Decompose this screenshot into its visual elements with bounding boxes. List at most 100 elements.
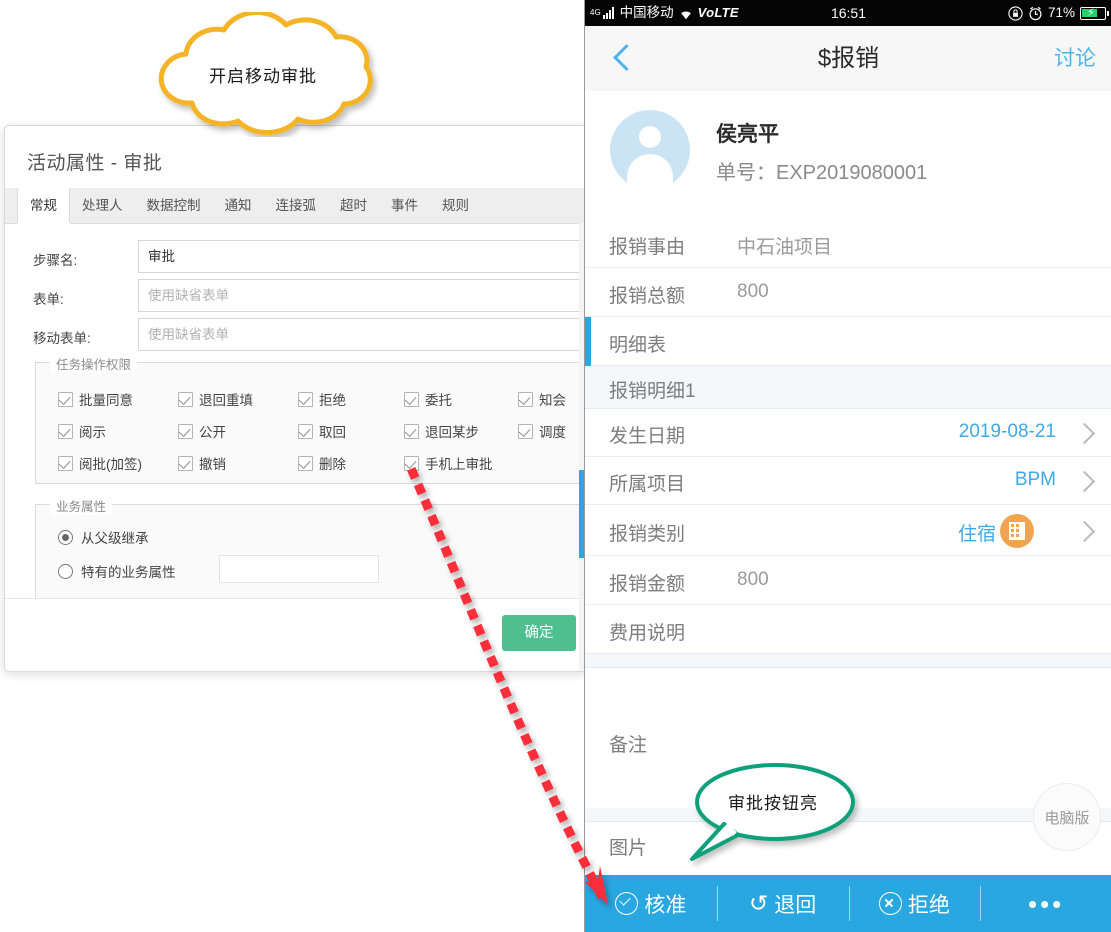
row-label: 费用说明 [609,623,686,644]
row-detail-table-section: 明细表 [585,317,1111,366]
more-dots-icon: ••• [1027,888,1065,919]
checkbox-notify[interactable]: 知会 [518,389,566,409]
input-form[interactable]: 使用缺省表单 [138,279,587,312]
approve-label: 核准 [644,893,687,917]
tab-data-control[interactable]: 数据控制 [135,188,213,223]
checkbox-delete[interactable]: 删除 [298,453,346,473]
tab-rule[interactable]: 规则 [430,188,481,223]
checkbox-read-show[interactable]: 阅示 [58,421,106,441]
label-mobile-form: 移动表单: [33,331,91,346]
cloud-callout: 开启移动审批 [118,9,408,137]
confirm-button[interactable]: 确定 [502,615,576,651]
battery-percent-label: 71% [1047,5,1075,20]
reject-button[interactable]: 拒绝 [848,875,981,932]
check-icon [298,456,313,471]
row-label: 发生日期 [609,426,686,447]
radio-icon [58,564,73,579]
tab-timeout[interactable]: 超时 [328,188,379,223]
row-label: 报销总额 [609,286,686,307]
checkbox-label: 阅批(加签) [79,457,142,472]
row-project[interactable]: 所属项目 BPM [585,457,1111,505]
tab-event[interactable]: 事件 [379,188,430,223]
row-value: 800 [737,281,769,302]
checkbox-retrieve[interactable]: 取回 [298,421,346,441]
green-callout-text: 审批按钮亮 [728,793,818,813]
return-button[interactable]: ↺ 退回 [716,875,849,932]
check-icon [404,392,419,407]
alarm-icon [1029,6,1042,20]
checkbox-public[interactable]: 公开 [178,421,226,441]
section-gap [585,654,1111,668]
checkbox-return-refill[interactable]: 退回重填 [178,389,253,409]
label-step-name: 步骤名: [33,253,78,268]
row-value: 800 [737,569,769,590]
chevron-right-icon [1073,422,1096,445]
checkbox-label: 删除 [319,457,346,472]
check-icon [178,456,193,471]
check-icon [58,456,73,471]
tab-notify[interactable]: 通知 [213,188,264,223]
avatar-head-shape [639,126,661,148]
checkbox-return-to-step[interactable]: 退回某步 [404,421,479,441]
checkbox-label: 知会 [539,393,566,408]
tab-handler[interactable]: 处理人 [70,188,135,223]
check-icon [404,456,419,471]
task-permissions-group: 任务操作权限 批量同意 退回重填 拒绝 委托 知会 阅示 公开 取回 退回某步 … [35,354,580,484]
dialog-footer: 确定 [5,598,587,671]
task-permissions-legend: 任务操作权限 [50,354,138,373]
more-button[interactable]: ••• [980,875,1111,932]
input-mobile-form[interactable]: 使用缺省表单 [138,318,587,351]
checkbox-label: 取回 [319,425,346,440]
undo-icon: ↺ [748,890,769,916]
checkbox-label: 退回某步 [425,425,479,440]
checkbox-label: 退回重填 [199,393,253,408]
checkbox-label: 手机上审批 [425,457,493,472]
checkbox-label: 公开 [199,425,226,440]
label-form: 表单: [33,292,64,307]
input-step-name[interactable]: 审批 [138,240,587,273]
check-icon [58,392,73,407]
page-title: $报销 [817,45,880,72]
row-expense-desc[interactable]: 费用说明 [585,605,1111,654]
row-occur-date[interactable]: 发生日期 2019-08-21 [585,409,1111,457]
chevron-right-icon [1073,470,1096,493]
row-amount[interactable]: 报销金额 800 [585,556,1111,605]
radio-specific-business-attr[interactable]: 特有的业务属性 [58,561,176,581]
avatar [610,110,690,190]
activity-properties-dialog: 活动属性 - 审批 常规 处理人 数据控制 通知 连接弧 超时 事件 规则 步骤… [4,125,588,672]
avatar-body-shape [627,154,673,190]
checkbox-label: 调度 [539,425,566,440]
radio-inherit-from-parent[interactable]: 从父级继承 [58,527,149,547]
tab-transition[interactable]: 连接弧 [264,188,329,223]
row-value: BPM [1014,469,1056,490]
row-reason[interactable]: 报销事由 中石油项目 [585,219,1111,268]
checkbox-label: 撤销 [199,457,226,472]
input-business-attribute[interactable] [219,555,379,583]
pc-version-button[interactable]: 电脑版 [1033,783,1101,851]
reject-label: 拒绝 [907,893,950,917]
field-row-step-name: 步骤名: 审批 [5,238,587,277]
checkbox-label: 阅示 [79,425,106,440]
checkbox-mobile-approve[interactable]: 手机上审批 [404,453,493,473]
tab-general[interactable]: 常规 [17,188,70,223]
checkbox-dispatch[interactable]: 调度 [518,421,566,441]
checkbox-batch-approve[interactable]: 批量同意 [58,389,133,409]
approve-button[interactable]: 核准 [585,875,717,932]
row-label: 所属项目 [609,474,686,495]
return-label: 退回 [774,893,817,917]
checkbox-countersign[interactable]: 阅批(加签) [58,453,142,473]
radio-selected-icon [58,530,73,545]
discuss-button[interactable]: 讨论 [1054,26,1096,91]
row-value: 住宿 [957,524,996,545]
cloud-callout-text: 开启移动审批 [209,67,317,86]
checkbox-label: 委托 [425,393,452,408]
row-total-amount[interactable]: 报销总额 800 [585,268,1111,317]
row-category[interactable]: 报销类别 住宿 [585,505,1111,556]
row-label: 图片 [609,838,648,859]
field-row-mobile-form: 移动表单: 使用缺省表单 [5,316,587,355]
checkbox-reject[interactable]: 拒绝 [298,389,346,409]
checkbox-revoke[interactable]: 撤销 [178,453,226,473]
checkbox-delegate[interactable]: 委托 [404,389,452,409]
business-attributes-group: 业务属性 从父级继承 特有的业务属性 [35,496,580,601]
battery-charging-icon: ⚡ [1080,6,1109,20]
